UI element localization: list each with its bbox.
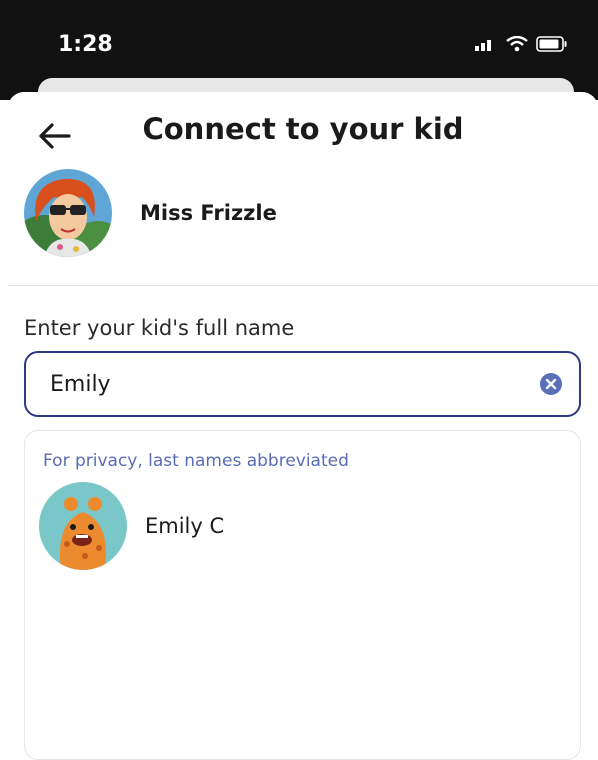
divider — [8, 285, 598, 286]
privacy-note: For privacy, last names abbreviated — [43, 451, 349, 471]
list-item[interactable]: Emily C — [39, 481, 224, 571]
clear-icon[interactable] — [539, 372, 563, 396]
results-panel: For privacy, last names abbreviated Emil… — [24, 430, 581, 760]
teacher-row: Miss Frizzle — [24, 168, 277, 258]
modal-sheet: Connect to your kid Miss Frizzle Enter y — [8, 92, 598, 760]
status-time: 1:28 — [58, 32, 113, 57]
kid-name-value[interactable]: Emily — [50, 372, 111, 397]
result-name: Emily C — [145, 514, 225, 538]
battery-icon — [536, 36, 567, 52]
name-field-label: Enter your kid's full name — [24, 316, 295, 340]
teacher-name: Miss Frizzle — [140, 201, 277, 225]
wifi-icon — [506, 36, 528, 52]
header: Connect to your kid — [8, 92, 598, 172]
kid-name-input[interactable]: Emily — [24, 351, 581, 417]
status-icons — [474, 36, 568, 52]
signal-icon — [475, 40, 491, 51]
kid-avatar — [39, 482, 127, 570]
teacher-avatar — [24, 169, 112, 257]
page-title: Connect to your kid — [142, 112, 464, 146]
